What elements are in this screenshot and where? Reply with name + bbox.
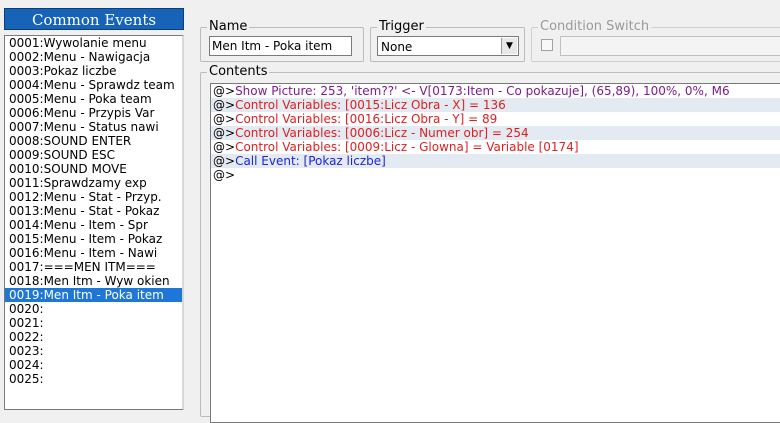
list-item[interactable]: 0006:Menu - Przypis Var bbox=[5, 106, 182, 120]
list-item[interactable]: 0013:Menu - Stat - Pokaz bbox=[5, 204, 182, 218]
common-events-panel: Common Events 0001:Wywolanie menu 0002:Me… bbox=[4, 8, 184, 410]
name-input[interactable]: Men Itm - Poka item bbox=[209, 36, 352, 56]
chevron-down-icon[interactable]: ▼ bbox=[501, 38, 517, 54]
list-item[interactable]: 0021: bbox=[5, 316, 182, 330]
command-marker: @> bbox=[213, 140, 236, 154]
command-text: Control Variables: [0009:Licz - Glowna] … bbox=[235, 140, 579, 154]
condition-switch-field[interactable] bbox=[560, 36, 780, 56]
trigger-value: None bbox=[381, 40, 413, 54]
list-item[interactable]: 0007:Menu - Status nawi bbox=[5, 120, 182, 134]
contents-list[interactable]: @>Show Picture: 253, 'item??' <- V[0173:… bbox=[210, 83, 780, 423]
command-row[interactable]: @>Control Variables: [0006:Licz - Numer … bbox=[211, 126, 780, 140]
command-text: Control Variables: [0015:Licz Obra - X] … bbox=[235, 98, 506, 112]
name-label: Name bbox=[207, 19, 250, 34]
list-item[interactable]: 0001:Wywolanie menu bbox=[5, 36, 182, 50]
list-item[interactable]: 0009:SOUND ESC bbox=[5, 148, 182, 162]
command-marker: @> bbox=[213, 168, 236, 182]
list-item[interactable]: 0015:Menu - Item - Pokaz bbox=[5, 232, 182, 246]
list-item[interactable]: 0016:Menu - Item - Nawi bbox=[5, 246, 182, 260]
command-row[interactable]: @>Control Variables: [0015:Licz Obra - X… bbox=[211, 98, 780, 112]
list-title: Common Events bbox=[4, 8, 184, 30]
list-item[interactable]: 0012:Menu - Stat - Przyp. bbox=[5, 190, 182, 204]
command-row[interactable]: @>Show Picture: 253, 'item??' <- V[0173:… bbox=[211, 84, 780, 98]
list-item[interactable]: 0025: bbox=[5, 372, 182, 386]
command-marker: @> bbox=[213, 112, 236, 126]
command-text: Call Event: [Pokaz liczbe] bbox=[235, 154, 386, 168]
command-row[interactable]: @>Control Variables: [0009:Licz - Glowna… bbox=[211, 140, 780, 154]
list-item[interactable]: 0022: bbox=[5, 330, 182, 344]
list-item[interactable]: 0010:SOUND MOVE bbox=[5, 162, 182, 176]
list-item[interactable]: 0008:SOUND ENTER bbox=[5, 134, 182, 148]
command-marker: @> bbox=[213, 126, 236, 140]
contents-group: Contents @>Show Picture: 253, 'item??' <… bbox=[200, 64, 780, 423]
list-item[interactable]: 0004:Menu - Sprawdz team bbox=[5, 78, 182, 92]
name-group: Name Men Itm - Poka item bbox=[200, 19, 364, 62]
list-item[interactable]: 0019:Men Itm - Poka item bbox=[5, 288, 182, 302]
command-marker: @> bbox=[213, 98, 236, 112]
list-item[interactable]: 0020: bbox=[5, 302, 182, 316]
list-item[interactable]: 0011:Sprawdzamy exp bbox=[5, 176, 182, 190]
command-marker: @> bbox=[213, 154, 236, 168]
command-row[interactable]: @>Call Event: [Pokaz liczbe] bbox=[211, 154, 780, 168]
list-item[interactable]: 0024: bbox=[5, 358, 182, 372]
list-item[interactable]: 0017:===MEN ITM=== bbox=[5, 260, 182, 274]
list-item[interactable]: 0005:Menu - Poka team bbox=[5, 92, 182, 106]
trigger-select[interactable]: None ▼ bbox=[377, 36, 519, 56]
command-text: Show Picture: 253, 'item??' <- V[0173:It… bbox=[235, 84, 730, 98]
trigger-group: Trigger None ▼ bbox=[370, 19, 525, 62]
event-list[interactable]: 0001:Wywolanie menu 0002:Menu - Nawigacja… bbox=[4, 35, 184, 410]
condition-switch-label: Condition Switch bbox=[538, 19, 652, 34]
condition-checkbox[interactable] bbox=[541, 39, 553, 51]
command-marker: @> bbox=[213, 84, 236, 98]
condition-group: Condition Switch bbox=[531, 19, 780, 62]
list-item[interactable]: 0003:Pokaz liczbe bbox=[5, 64, 182, 78]
list-item[interactable]: 0002:Menu - Nawigacja bbox=[5, 50, 182, 64]
list-item[interactable]: 0014:Menu - Item - Spr bbox=[5, 218, 182, 232]
list-item[interactable]: 0023: bbox=[5, 344, 182, 358]
command-text: Control Variables: [0016:Licz Obra - Y] … bbox=[235, 112, 498, 126]
trigger-label: Trigger bbox=[377, 19, 426, 34]
command-row[interactable]: @>Control Variables: [0016:Licz Obra - Y… bbox=[211, 112, 780, 126]
contents-label: Contents bbox=[207, 64, 270, 79]
list-item[interactable]: 0018:Men Itm - Wyw okien bbox=[5, 274, 182, 288]
command-text: Control Variables: [0006:Licz - Numer ob… bbox=[235, 126, 529, 140]
command-row[interactable]: @> bbox=[211, 168, 780, 182]
